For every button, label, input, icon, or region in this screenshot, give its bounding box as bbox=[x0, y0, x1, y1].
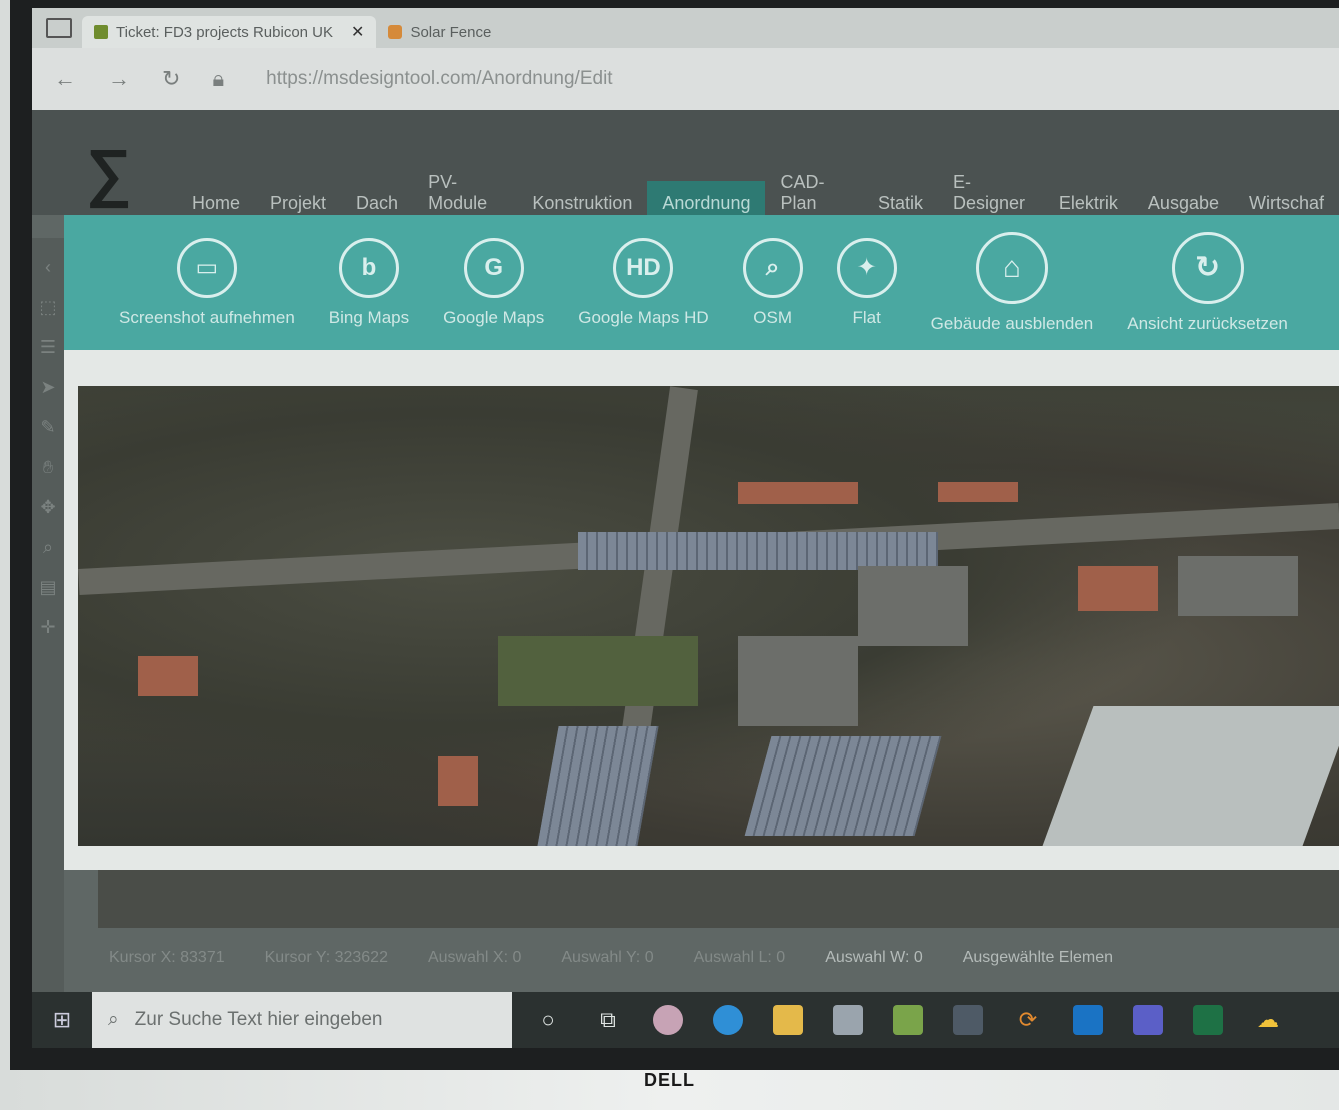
bing-maps-button[interactable]: b Bing Maps bbox=[328, 237, 410, 328]
selection-l: Auswahl L: 0 bbox=[693, 949, 786, 966]
tab-title: Ticket: FD3 projects Rubicon UK bbox=[116, 23, 334, 41]
ribbon-label: Gebäude ausblenden bbox=[930, 313, 1094, 333]
solar-roof bbox=[537, 726, 659, 846]
cursor-x: Kursor X: 83371 bbox=[109, 949, 225, 966]
select-rect-icon[interactable]: ⬚ bbox=[37, 296, 59, 318]
reset-view-button[interactable]: ↻ Ansicht zurücksetzen bbox=[1127, 231, 1288, 334]
selected-elements: Ausgewählte Elemen bbox=[962, 949, 1114, 966]
monitor-brand-logo: DELL bbox=[644, 1069, 695, 1090]
ribbon-label: Google Maps bbox=[443, 307, 545, 327]
hide-buildings-button[interactable]: ⌂ Gebäude ausblenden bbox=[930, 231, 1094, 334]
edge-icon[interactable] bbox=[704, 1000, 752, 1040]
map-underlay bbox=[98, 870, 1339, 928]
lock-icon: 🔒︎ bbox=[212, 66, 225, 91]
tab-actions-icon[interactable] bbox=[46, 18, 72, 38]
cortana-icon[interactable]: ○ bbox=[524, 1000, 572, 1040]
screenshot-button[interactable]: ▭ Screenshot aufnehmen bbox=[119, 237, 295, 328]
roof bbox=[1178, 556, 1298, 616]
outlook-icon[interactable] bbox=[1064, 1000, 1112, 1040]
ribbon-label: Ansicht zurücksetzen bbox=[1127, 313, 1288, 333]
roof bbox=[1078, 566, 1158, 611]
back-icon[interactable]: ← bbox=[54, 66, 76, 92]
url-field[interactable]: https://msdesigntool.com/Anordnung/Edit bbox=[266, 68, 612, 90]
move-icon[interactable]: ✥ bbox=[37, 496, 59, 518]
pointer-icon[interactable]: ➤ bbox=[37, 376, 59, 398]
taskbar-search[interactable]: ⌕ Zur Suche Text hier eingeben bbox=[92, 992, 512, 1048]
field bbox=[498, 636, 698, 706]
windows-start-icon[interactable]: ⊞ bbox=[32, 1007, 92, 1033]
search-input[interactable]: Zur Suche Text hier eingeben bbox=[135, 1009, 383, 1031]
crosshair-icon[interactable]: ✛ bbox=[37, 616, 59, 638]
aerial-map-view[interactable] bbox=[78, 386, 1339, 846]
roof bbox=[858, 566, 968, 646]
search-icon: ⌕ bbox=[108, 1009, 119, 1030]
store-icon[interactable] bbox=[824, 1000, 872, 1040]
browser-tab[interactable]: Solar Fence bbox=[376, 16, 503, 48]
ribbon-label: OSM bbox=[753, 307, 792, 327]
ribbon-toolbar: ▭ Screenshot aufnehmen b Bing Maps G Goo… bbox=[64, 215, 1339, 350]
solar-roof bbox=[744, 736, 942, 836]
browser-tab-active[interactable]: Ticket: FD3 projects Rubicon UK ✕ bbox=[82, 16, 377, 48]
flat-button[interactable]: ✦ Flat bbox=[836, 237, 897, 328]
close-icon[interactable]: ✕ bbox=[341, 22, 364, 42]
zoom-icon[interactable]: ⌕ bbox=[37, 536, 59, 558]
favicon-icon bbox=[388, 25, 403, 39]
selection-y: Auswahl Y: 0 bbox=[561, 949, 654, 966]
teams-icon[interactable] bbox=[1124, 1000, 1172, 1040]
terminal-app-icon[interactable] bbox=[944, 1000, 992, 1040]
keepass-icon[interactable] bbox=[884, 1000, 932, 1040]
roof bbox=[938, 482, 1018, 502]
excel-icon[interactable] bbox=[1184, 1000, 1232, 1040]
ribbon-label: Google Maps HD bbox=[578, 307, 709, 327]
roof bbox=[738, 636, 858, 726]
reset-icon: ↻ bbox=[1171, 231, 1244, 304]
status-bar: Kursor X: 83371 Kursor Y: 323622 Auswahl… bbox=[64, 928, 1339, 988]
osm-search-icon: ⌕ bbox=[742, 237, 803, 298]
solar-roof bbox=[578, 532, 938, 570]
google-maps-hd-button[interactable]: HD Google Maps HD bbox=[578, 237, 709, 328]
browser-tabbar: Ticket: FD3 projects Rubicon UK ✕ Solar … bbox=[32, 8, 1339, 48]
hd-icon: HD bbox=[613, 237, 674, 298]
windows-taskbar: ⊞ ⌕ Zur Suche Text hier eingeben ○ ⧉ ⟳ ☁ bbox=[32, 992, 1339, 1048]
google-maps-button[interactable]: G Google Maps bbox=[443, 237, 545, 328]
pencil-icon[interactable]: ✎ bbox=[37, 416, 59, 438]
cursor-y: Kursor Y: 323622 bbox=[264, 949, 388, 966]
roof bbox=[138, 656, 198, 696]
roof bbox=[738, 482, 858, 504]
ribbon-label: Flat bbox=[852, 307, 881, 327]
selection-w: Auswahl W: 0 bbox=[825, 949, 923, 966]
tab-title: Solar Fence bbox=[410, 23, 492, 41]
monitor-bezel: Ticket: FD3 projects Rubicon UK ✕ Solar … bbox=[10, 0, 1339, 1070]
map-frame bbox=[64, 350, 1339, 870]
sync-icon[interactable]: ⟳ bbox=[1004, 1000, 1052, 1040]
left-toolbar: ‹ ⬚ ☰ ➤ ✎ ✋︎ ✥ ⌕ ▤ ✛ bbox=[32, 238, 64, 998]
file-explorer-icon[interactable] bbox=[764, 1000, 812, 1040]
app-header: ∑ Home Projekt Dach PV-Module Konstrukti… bbox=[32, 110, 1339, 224]
flat-roof bbox=[1042, 706, 1339, 846]
task-view-icon[interactable]: ⧉ bbox=[584, 1000, 632, 1040]
forward-icon[interactable]: → bbox=[108, 66, 130, 92]
ribbon-label: Bing Maps bbox=[328, 307, 410, 327]
collapse-chevron-icon[interactable]: ‹ bbox=[37, 256, 59, 278]
roof bbox=[438, 756, 478, 806]
google-maps-icon: G bbox=[463, 237, 524, 298]
paint-icon[interactable] bbox=[644, 1000, 692, 1040]
ribbon-label: Screenshot aufnehmen bbox=[119, 307, 295, 327]
selection-x: Auswahl X: 0 bbox=[427, 949, 522, 966]
hand-icon[interactable]: ✋︎ bbox=[37, 456, 59, 478]
osm-button[interactable]: ⌕ OSM bbox=[742, 237, 803, 328]
layer-icon[interactable]: ▤ bbox=[37, 576, 59, 598]
monitor-icon: ▭ bbox=[176, 237, 237, 298]
bing-icon: b bbox=[338, 237, 399, 298]
reload-icon[interactable]: ↻ bbox=[162, 66, 180, 92]
screen: Ticket: FD3 projects Rubicon UK ✕ Solar … bbox=[32, 8, 1339, 1048]
favicon-icon bbox=[94, 25, 108, 39]
browser-addressbar: ← → ↻ 🔒︎ https://msdesigntool.com/Anordn… bbox=[32, 48, 1339, 110]
weather-icon[interactable]: ☁ bbox=[1244, 1000, 1292, 1040]
list-icon[interactable]: ☰ bbox=[37, 336, 59, 358]
satellite-icon: ✦ bbox=[836, 237, 897, 298]
app-logo[interactable]: ∑ bbox=[86, 132, 132, 212]
house-icon: ⌂ bbox=[975, 231, 1048, 304]
